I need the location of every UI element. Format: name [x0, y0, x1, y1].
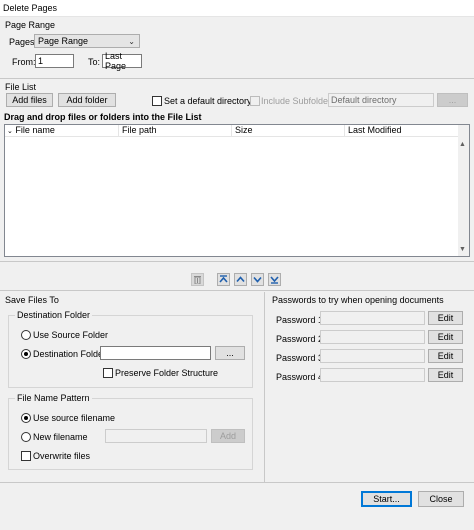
page-range-label: Page Range: [5, 20, 56, 30]
to-label: To:: [88, 57, 101, 67]
column-header-last-modified[interactable]: Last Modified: [345, 125, 459, 137]
scroll-up-icon[interactable]: ▲: [459, 141, 466, 148]
column-header-size[interactable]: Size: [232, 125, 345, 137]
scroll-down-icon[interactable]: ▼: [459, 246, 466, 253]
file-list-scrollbar[interactable]: ▲ ▼: [458, 125, 469, 256]
destination-browse-button[interactable]: ...: [215, 346, 245, 360]
password-2-edit-button[interactable]: Edit: [428, 330, 463, 344]
column-header-file-name[interactable]: ⌄ File name: [5, 125, 119, 137]
use-source-folder-label: Use Source Folder: [33, 330, 109, 340]
pages-dropdown-value: Page Range: [38, 36, 89, 46]
destination-folder-radio[interactable]: [21, 349, 31, 359]
divider: [0, 78, 474, 79]
add-folder-button[interactable]: Add folder: [58, 93, 116, 107]
title-bar: Delete Pages: [0, 0, 474, 17]
from-label: From:: [12, 57, 36, 67]
overwrite-files-checkbox[interactable]: [21, 451, 31, 461]
column-header-file-path[interactable]: File path: [119, 125, 232, 137]
move-down-icon[interactable]: [251, 273, 264, 286]
password-1-label: Password 1:: [276, 315, 326, 325]
passwords-label: Passwords to try when opening documents: [272, 295, 444, 305]
use-source-filename-label: Use source filename: [33, 413, 116, 423]
new-filename-label: New filename: [33, 432, 88, 442]
move-top-icon[interactable]: [217, 273, 230, 286]
sort-chevron-icon: ⌄: [7, 128, 13, 135]
password-1-edit-button[interactable]: Edit: [428, 311, 463, 325]
pages-label: Pages:: [9, 37, 38, 47]
overwrite-files-label: Overwrite files: [33, 451, 91, 461]
password-2-label: Password 2:: [276, 334, 326, 344]
chevron-down-icon: ⌄: [128, 37, 135, 46]
trash-icon[interactable]: [191, 273, 204, 286]
include-subfolders-checkbox[interactable]: [250, 96, 260, 106]
password-3-input[interactable]: [320, 349, 425, 363]
from-input[interactable]: 1: [35, 54, 74, 68]
password-3-edit-button[interactable]: Edit: [428, 349, 463, 363]
section-divider: [264, 292, 265, 482]
password-4-input[interactable]: [320, 368, 425, 382]
save-files-label: Save Files To: [5, 295, 59, 305]
add-pattern-button[interactable]: Add: [211, 429, 245, 443]
divider: [0, 261, 474, 262]
close-button[interactable]: Close: [418, 491, 464, 507]
drag-drop-hint: Drag and drop files or folders into the …: [4, 112, 202, 122]
destination-folder-label: Destination Folder: [33, 349, 107, 359]
password-1-input[interactable]: [320, 311, 425, 325]
destination-folder-legend: Destination Folder: [15, 310, 93, 320]
set-default-dir-label: Set a default directory: [164, 96, 252, 106]
start-button[interactable]: Start...: [361, 491, 412, 507]
column-file-name-label: File name: [15, 125, 55, 135]
divider: [0, 290, 474, 291]
file-list-label: File List: [5, 82, 37, 92]
file-name-pattern-legend: File Name Pattern: [15, 393, 92, 403]
preserve-folder-structure-label: Preserve Folder Structure: [115, 368, 219, 378]
window-title: Delete Pages: [3, 3, 58, 13]
include-subfolders-label: Include Subfolders: [261, 96, 336, 106]
default-directory-browse-button[interactable]: ...: [437, 93, 468, 107]
add-files-button[interactable]: Add files: [6, 93, 53, 107]
preserve-folder-structure-checkbox[interactable]: [103, 368, 113, 378]
move-bottom-icon[interactable]: [268, 273, 281, 286]
password-4-edit-button[interactable]: Edit: [428, 368, 463, 382]
file-list-table[interactable]: ⌄ File name File path Size Last Modified…: [4, 124, 470, 257]
pages-dropdown[interactable]: Page Range ⌄: [34, 34, 140, 48]
use-source-filename-radio[interactable]: [21, 413, 31, 423]
divider: [0, 482, 474, 483]
set-default-dir-checkbox[interactable]: [152, 96, 162, 106]
password-3-label: Password 3:: [276, 353, 326, 363]
password-2-input[interactable]: [320, 330, 425, 344]
use-source-folder-radio[interactable]: [21, 330, 31, 340]
new-filename-radio[interactable]: [21, 432, 31, 442]
move-up-icon[interactable]: [234, 273, 247, 286]
default-directory-input[interactable]: Default directory: [328, 93, 434, 107]
new-filename-input[interactable]: [105, 429, 207, 443]
to-input[interactable]: Last Page: [102, 51, 142, 71]
password-4-label: Password 4:: [276, 372, 326, 382]
destination-folder-input[interactable]: [100, 346, 211, 360]
